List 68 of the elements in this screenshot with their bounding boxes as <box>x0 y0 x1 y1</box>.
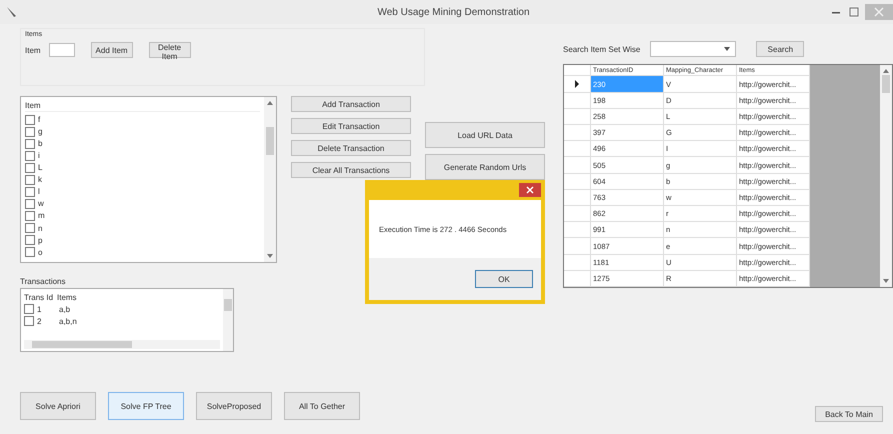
transaction-button[interactable]: Edit Transaction <box>291 118 411 134</box>
transaction-id: 2 <box>37 316 42 326</box>
arrow-down-icon[interactable] <box>265 252 275 260</box>
item-button[interactable]: Delete Item <box>148 42 191 58</box>
checkbox[interactable] <box>25 138 35 149</box>
transaction-button[interactable]: Clear All Transactions <box>291 162 411 178</box>
checkbox[interactable] <box>25 174 35 185</box>
transaction-items: a,b <box>59 304 72 314</box>
item-label: i <box>38 151 40 160</box>
item-input[interactable] <box>48 43 75 57</box>
arrow-down-icon[interactable] <box>881 277 891 285</box>
feather-icon <box>6 6 18 18</box>
checkbox[interactable] <box>25 198 35 209</box>
maximize-icon[interactable] <box>847 6 861 18</box>
search-button[interactable]: Search <box>756 41 804 57</box>
item-label: g <box>38 127 42 136</box>
transactions-label: Transactions <box>20 277 66 286</box>
checkbox[interactable] <box>24 304 34 314</box>
scrollbar[interactable] <box>880 65 892 287</box>
algorithm-button[interactable]: All To Gether <box>284 392 360 420</box>
item-label: Item <box>25 46 41 54</box>
algorithm-button[interactable]: SolveProposed <box>196 392 272 420</box>
item-label: w <box>38 199 44 208</box>
checkbox[interactable] <box>25 210 35 221</box>
checkbox[interactable] <box>25 114 35 125</box>
dropdown-caret-icon[interactable] <box>723 46 732 52</box>
checkbox[interactable] <box>24 316 34 326</box>
item-label: L <box>38 163 42 172</box>
checkbox[interactable] <box>25 186 35 197</box>
item-label: o <box>38 248 42 257</box>
item-label: k <box>38 175 42 184</box>
list-header: Item <box>25 101 260 112</box>
ok-button[interactable]: OK <box>475 270 533 288</box>
transaction-items: a,b,n <box>59 316 78 326</box>
algorithm-button[interactable]: Solve Apriori <box>20 392 96 420</box>
item-label: f <box>38 115 40 124</box>
transaction-button[interactable]: Add Transaction <box>291 96 411 112</box>
data-button[interactable]: Load URL Data <box>425 122 545 148</box>
back-button[interactable]: Back To Main <box>815 406 883 422</box>
scroll-thumb[interactable] <box>224 299 232 311</box>
window-title: Web Usage Mining Demonstration <box>376 6 531 18</box>
item-button[interactable]: Add Item <box>90 42 133 58</box>
algorithm-button[interactable]: Solve FP Tree <box>108 392 184 420</box>
arrow-up-icon[interactable] <box>881 67 891 75</box>
checkbox[interactable] <box>25 150 35 161</box>
scrollbar[interactable] <box>223 289 233 351</box>
item-label: p <box>38 236 42 245</box>
checkbox[interactable] <box>25 247 35 258</box>
item-label: l <box>38 187 40 196</box>
transaction-button[interactable]: Delete Transaction <box>291 140 411 156</box>
scroll-thumb[interactable] <box>882 75 890 93</box>
data-button[interactable]: Generate Random Urls <box>425 154 545 180</box>
item-label: b <box>38 139 42 148</box>
search-label: Search Item Set Wise <box>563 44 640 54</box>
arrow-up-icon[interactable] <box>265 99 275 107</box>
checkbox[interactable] <box>25 126 35 137</box>
column-header: Trans Id <box>24 292 54 302</box>
scrollbar[interactable] <box>264 97 276 262</box>
checkbox[interactable] <box>25 223 35 233</box>
item-label: n <box>38 224 42 232</box>
checkbox[interactable] <box>25 235 35 246</box>
scrollbar[interactable] <box>24 340 220 349</box>
transaction-id: 1 <box>37 304 42 314</box>
checkbox[interactable] <box>25 162 35 173</box>
column-header: Items <box>57 292 78 302</box>
scroll-thumb[interactable] <box>266 127 274 155</box>
close-icon[interactable] <box>519 183 541 197</box>
item-label: m <box>38 211 45 220</box>
